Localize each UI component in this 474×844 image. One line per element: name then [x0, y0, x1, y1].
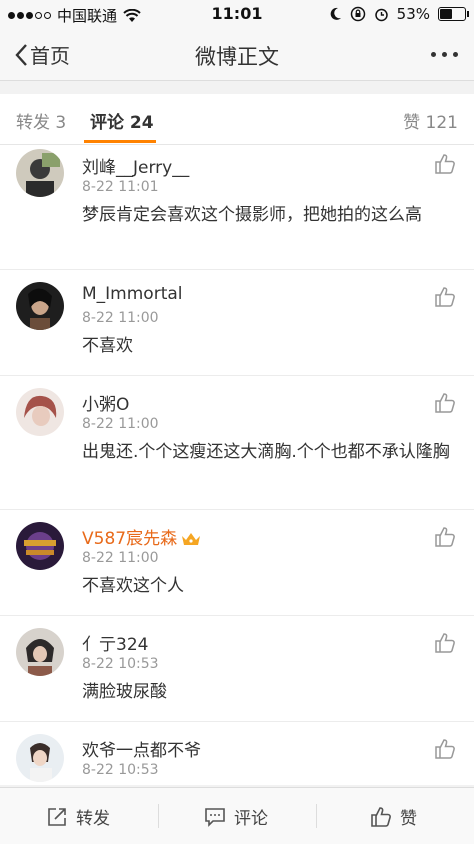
navigation-bar: 首页 微博正文	[0, 28, 474, 81]
comment-text: 不喜欢这个人	[82, 576, 184, 596]
username[interactable]: 欢爷一点都不爷	[82, 736, 201, 761]
comment-tabs: 转发 3 评论 24 赞 121	[0, 94, 474, 145]
avatar[interactable]	[16, 149, 64, 197]
repost-label: 转发	[76, 809, 110, 829]
comment-text: 出鬼还.个个这瘦还这大滴胸.个个也都不承认隆胸	[82, 442, 450, 462]
avatar[interactable]	[16, 522, 64, 570]
thumbs-up-icon	[371, 806, 391, 827]
repost-button[interactable]: 转发	[46, 804, 110, 829]
username[interactable]: 亻亍324	[82, 630, 148, 655]
thumbs-up-icon[interactable]	[434, 153, 456, 175]
avatar[interactable]	[16, 282, 64, 330]
username[interactable]: M_Immortal	[82, 284, 183, 304]
thumbs-up-icon[interactable]	[434, 286, 456, 308]
comment-item: 欢爷一点都不爷 8-22 10:53	[0, 722, 474, 785]
comment-item: 小粥O 8-22 11:00 出鬼还.个个这瘦还这大滴胸.个个也都不承认隆胸	[0, 376, 474, 510]
battery-percent: 53%	[396, 5, 430, 23]
divider	[158, 804, 159, 828]
comment-time: 8-22 11:01	[82, 179, 159, 195]
moon-icon	[330, 7, 341, 20]
comment-text: 梦辰肯定会喜欢这个摄影师，把她拍的这么高	[82, 205, 422, 225]
divider	[316, 804, 317, 828]
like-label: 赞	[400, 809, 417, 829]
active-tab-indicator	[84, 140, 156, 143]
username[interactable]: 小粥O	[82, 390, 129, 415]
username[interactable]: 刘峰__Jerry__	[82, 153, 189, 178]
comment-item: V587宸先森 8-22 11:00 不喜欢这个人	[0, 510, 474, 616]
comment-item: M_Immortal 8-22 11:00 不喜欢	[0, 270, 474, 376]
comment-text: 不喜欢	[82, 336, 133, 356]
thumbs-up-icon[interactable]	[434, 738, 456, 760]
comment-time: 8-22 11:00	[82, 550, 159, 566]
comment-item: 亻亍324 8-22 10:53 满脸玻尿酸	[0, 616, 474, 722]
like-button[interactable]: 赞	[370, 804, 417, 829]
share-icon	[48, 807, 66, 826]
comment-item: 刘峰__Jerry__ 8-22 11:01 梦辰肯定会喜欢这个摄影师，把她拍的…	[0, 145, 474, 270]
page-title: 微博正文	[195, 45, 279, 69]
avatar[interactable]	[16, 734, 64, 782]
battery-icon	[438, 7, 469, 21]
status-bar: 中国联通 11:01 53%	[0, 0, 474, 28]
comment-time: 8-22 11:00	[82, 310, 159, 326]
avatar[interactable]	[16, 388, 64, 436]
comment-time: 8-22 10:53	[82, 656, 159, 672]
comment-button[interactable]: 评论	[204, 804, 268, 829]
lock-rotation-icon	[350, 6, 365, 22]
tab-repost[interactable]: 转发 3	[16, 108, 66, 133]
thumbs-up-icon[interactable]	[434, 392, 456, 414]
alarm-icon	[374, 8, 388, 21]
more-button[interactable]	[431, 52, 458, 57]
tab-likes[interactable]: 赞 121	[403, 108, 458, 133]
username-text: V587宸先森	[82, 529, 178, 549]
comment-label: 评论	[234, 809, 268, 829]
comment-time: 8-22 11:00	[82, 416, 159, 432]
username[interactable]: V587宸先森	[82, 524, 201, 549]
tab-comments[interactable]: 评论 24	[90, 108, 154, 133]
comment-text: 满脸玻尿酸	[82, 682, 167, 702]
bottom-action-bar: 转发 评论 赞	[0, 787, 474, 844]
avatar[interactable]	[16, 628, 64, 676]
comment-time: 8-22 10:53	[82, 762, 159, 778]
vip-crown-icon	[182, 533, 201, 545]
thumbs-up-icon[interactable]	[434, 632, 456, 654]
comment-list[interactable]: 刘峰__Jerry__ 8-22 11:01 梦辰肯定会喜欢这个摄影师，把她拍的…	[0, 145, 474, 785]
thumbs-up-icon[interactable]	[434, 526, 456, 548]
comment-icon	[205, 807, 225, 827]
